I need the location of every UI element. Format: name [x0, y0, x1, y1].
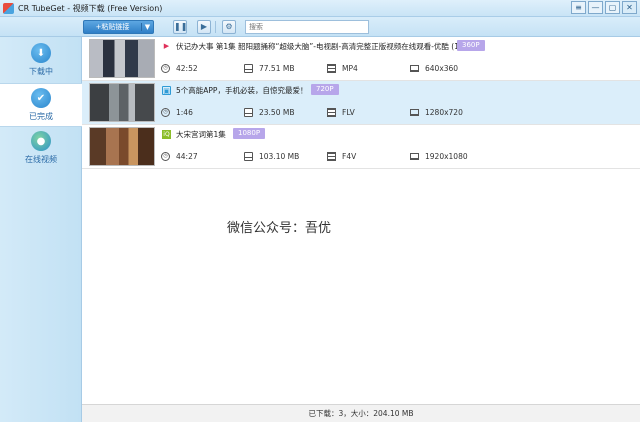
- menu-icon[interactable]: ≡: [571, 1, 586, 14]
- video-thumbnail[interactable]: [89, 39, 155, 78]
- sidebar-item-label: 下载中: [29, 67, 53, 76]
- title-bar: CR TubeGet - 视频下载 (Free Version) ≡ — ▢ ✕: [0, 0, 640, 17]
- monitor-icon: [410, 109, 419, 116]
- list-item[interactable]: iQ 大宋宫词第1集 1080P ◷ 44:27 103.10 MB F4V 1…: [82, 125, 640, 169]
- minimize-button[interactable]: —: [588, 1, 603, 14]
- globe-icon: ●: [31, 131, 51, 151]
- settings-icon[interactable]: ⚙: [222, 20, 236, 34]
- iqiyi-icon: iQ: [162, 130, 171, 139]
- check-icon: ✔: [31, 88, 51, 108]
- window-title: CR TubeGet - 视频下载 (Free Version): [18, 3, 163, 13]
- disk-icon: [244, 64, 253, 73]
- monitor-icon: [410, 65, 419, 72]
- file-size: 103.10 MB: [244, 152, 299, 161]
- sidebar: ⬇ 下载中 ✔ 已完成 ● 在线视频: [0, 37, 82, 422]
- resolution-value: 640x360: [425, 64, 459, 73]
- chevron-down-icon[interactable]: ▼: [141, 23, 153, 31]
- video-thumbnail[interactable]: [89, 83, 155, 122]
- clock-icon: ◷: [161, 64, 170, 73]
- file-format-value: FLV: [342, 108, 355, 117]
- resolution: 1920x1080: [410, 152, 468, 161]
- paste-link-label: +粘贴链接: [95, 23, 130, 31]
- sidebar-item-online-video[interactable]: ● 在线视频: [0, 127, 82, 171]
- file-size: 23.50 MB: [244, 108, 294, 117]
- youku-icon: ▶: [163, 42, 170, 50]
- close-button[interactable]: ✕: [622, 1, 637, 14]
- quality-badge: 720P: [311, 84, 339, 95]
- duration: ◷ 44:27: [161, 152, 198, 161]
- sidebar-item-completed[interactable]: ✔ 已完成: [0, 83, 82, 127]
- sidebar-item-label: 在线视频: [25, 155, 57, 164]
- maximize-button[interactable]: ▢: [605, 1, 620, 14]
- monitor-icon: [410, 153, 419, 160]
- paste-link-button[interactable]: +粘贴链接 ▼: [83, 20, 154, 34]
- duration-value: 42:52: [176, 64, 198, 73]
- status-bar: 已下载：3，大小：204.10 MB: [82, 404, 640, 422]
- quality-badge: 360P: [457, 40, 485, 51]
- clock-icon: ◷: [161, 152, 170, 161]
- resolution-value: 1280x720: [425, 108, 463, 117]
- download-icon: ⬇: [31, 43, 51, 63]
- toolbar: +粘贴链接 ▼ ❚❚ ▶ ⚙: [0, 17, 640, 37]
- disk-icon: [244, 108, 253, 117]
- film-icon: [327, 108, 336, 117]
- duration: ◷ 1:46: [161, 108, 193, 117]
- video-title: 5个高能APP，手机必装，自惊究最爱！: [176, 86, 308, 95]
- bilibili-icon: ▣: [162, 86, 171, 95]
- resolution: 640x360: [410, 64, 458, 73]
- video-list: ▶ 伏记办大事 第1集 韶阳题捅称“超级大脑”-电视剧-高清完整正版视频在线观看…: [82, 37, 640, 169]
- film-icon: [327, 64, 336, 73]
- quality-badge: 1080P: [233, 128, 266, 139]
- file-size-value: 23.50 MB: [259, 108, 295, 117]
- toolbar-divider: [215, 21, 216, 33]
- disk-icon: [244, 152, 253, 161]
- app-logo-icon: [3, 2, 14, 14]
- resolution: 1280x720: [410, 108, 463, 117]
- resume-all-icon[interactable]: ▶: [197, 20, 211, 34]
- duration: ◷ 42:52: [161, 64, 198, 73]
- file-format-value: MP4: [342, 64, 358, 73]
- list-item[interactable]: ▣ 5个高能APP，手机必装，自惊究最爱！ 720P ◷ 1:46 23.50 …: [82, 81, 640, 125]
- video-title: 大宋宫词第1集: [176, 130, 226, 139]
- file-format-value: F4V: [342, 152, 357, 161]
- window-controls: ≡ — ▢ ✕: [571, 1, 637, 14]
- resolution-value: 1920x1080: [425, 152, 468, 161]
- search-input[interactable]: [245, 20, 369, 34]
- list-item[interactable]: ▶ 伏记办大事 第1集 韶阳题捅称“超级大脑”-电视剧-高清完整正版视频在线观看…: [82, 37, 640, 81]
- file-format: FLV: [327, 108, 355, 117]
- duration-value: 1:46: [176, 108, 193, 117]
- file-format: F4V: [327, 152, 356, 161]
- pause-all-icon[interactable]: ❚❚: [173, 20, 187, 34]
- file-size: 77.51 MB: [244, 64, 294, 73]
- file-format: MP4: [327, 64, 358, 73]
- file-size-value: 103.10 MB: [259, 152, 300, 161]
- sidebar-item-downloading[interactable]: ⬇ 下载中: [0, 39, 82, 83]
- film-icon: [327, 152, 336, 161]
- file-size-value: 77.51 MB: [259, 64, 295, 73]
- video-thumbnail[interactable]: [89, 127, 155, 166]
- sidebar-item-label: 已完成: [29, 112, 53, 121]
- video-title: 伏记办大事 第1集 韶阳题捅称“超级大脑”-电视剧-高清完整正版视频在线观看-优…: [176, 42, 462, 51]
- clock-icon: ◷: [161, 108, 170, 117]
- watermark-text: 微信公众号：吾优: [227, 221, 332, 236]
- duration-value: 44:27: [176, 152, 198, 161]
